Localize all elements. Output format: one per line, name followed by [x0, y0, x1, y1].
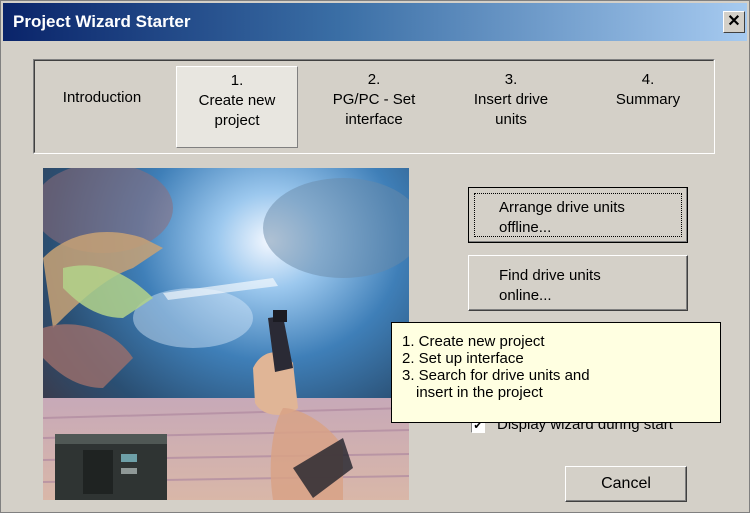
tooltip-line: 3. Search for drive units and: [402, 367, 590, 384]
step-number: 1.: [230, 72, 244, 89]
step-label: PG/PC - Set interface: [332, 91, 416, 128]
step-set-interface[interactable]: 2. PG/PC - Set interface: [312, 66, 436, 148]
step-insert-drive-units[interactable]: 3. Insert drive units: [448, 66, 574, 148]
arrange-offline-button[interactable]: Arrange drive units offline...: [468, 187, 688, 243]
close-button[interactable]: ✕: [723, 11, 745, 33]
tooltip-line: insert in the project: [416, 384, 543, 401]
step-number: 4.: [641, 71, 655, 88]
step-create-new-project[interactable]: 1. Create new project: [176, 66, 298, 148]
window-title: Project Wizard Starter: [13, 12, 191, 31]
tooltip-line: 2. Set up interface: [402, 350, 524, 367]
step-number: 2.: [367, 71, 381, 88]
step-introduction[interactable]: Introduction: [40, 66, 164, 148]
cancel-button[interactable]: Cancel: [565, 466, 687, 502]
find-online-button[interactable]: Find drive units online...: [468, 255, 688, 311]
step-number: 3.: [504, 71, 518, 88]
button-label: Cancel: [601, 475, 651, 492]
step-label: Create new project: [198, 92, 276, 129]
tooltip: 1. Create new project 2. Set up interfac…: [391, 322, 721, 423]
step-label: Summary: [615, 91, 681, 108]
tooltip-line: 1. Create new project: [402, 333, 545, 350]
step-label: Insert drive units: [473, 91, 549, 128]
step-label: Introduction: [62, 89, 142, 106]
step-summary[interactable]: 4. Summary: [586, 66, 710, 148]
wizard-dialog: Project Wizard Starter ✕ Introduction 1.…: [0, 0, 750, 513]
close-icon: ✕: [727, 13, 741, 30]
focus-rect: [474, 193, 682, 237]
title-bar[interactable]: Project Wizard Starter ✕: [3, 3, 747, 41]
button-label: Find drive units online...: [499, 267, 601, 304]
wizard-illustration: [43, 168, 409, 500]
wizard-steps: Introduction 1. Create new project 2. PG…: [33, 59, 715, 154]
